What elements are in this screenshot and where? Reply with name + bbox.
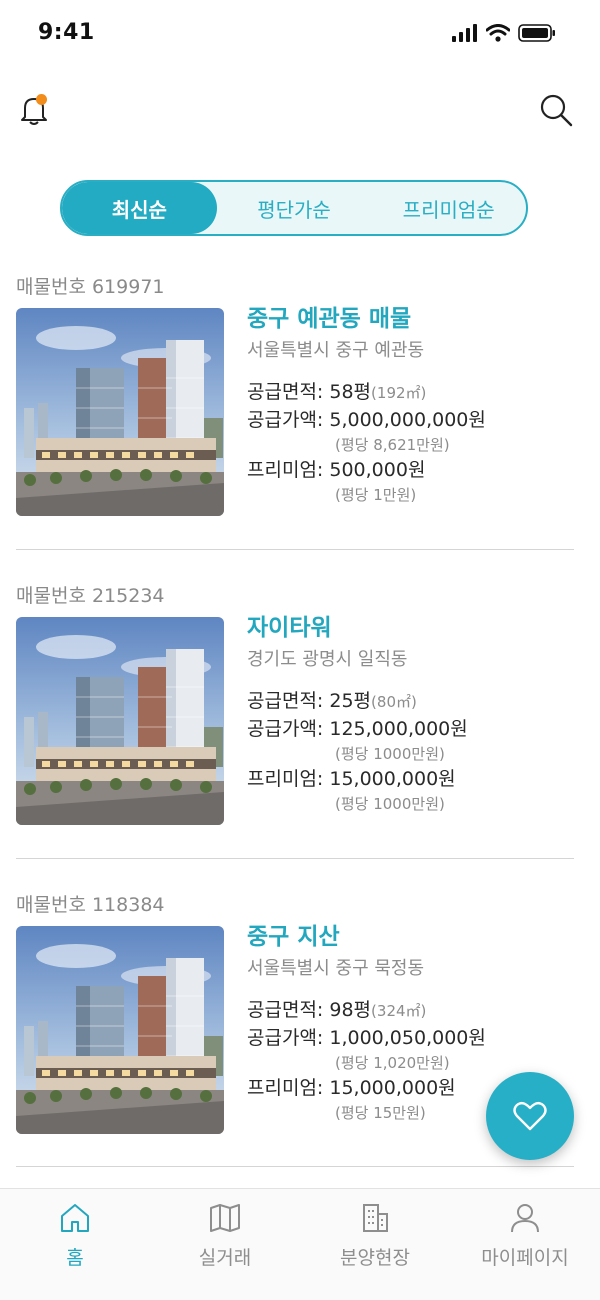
heart-icon xyxy=(513,1101,547,1131)
listing-number: 매물번호 118384 xyxy=(16,894,165,916)
map-icon xyxy=(210,1204,240,1232)
sort-tab-latest[interactable]: 최신순 xyxy=(62,182,217,234)
supply-price-per-pyeong: (평당 8,621만원) xyxy=(335,436,450,454)
premium-value: 15,000,000원 xyxy=(329,1077,456,1099)
tab-home[interactable]: 홈 xyxy=(0,1189,150,1300)
listing-address: 경기도 광명시 일직동 xyxy=(247,649,408,670)
wifi-icon xyxy=(486,24,510,42)
favorites-button[interactable] xyxy=(486,1072,574,1160)
supply-price-label: 공급가액: xyxy=(247,409,330,431)
supply-price-value: 5,000,000,000원 xyxy=(329,409,486,431)
supply-area-label: 공급면적: xyxy=(247,690,330,712)
listing-info: 자이타워 경기도 광명시 일직동 공급면적: 25평(80㎡) 공급가액: 12… xyxy=(247,611,587,815)
supply-price-row: 공급가액: 125,000,000원 xyxy=(247,715,587,743)
premium-per-pyeong: (평당 1만원) xyxy=(335,486,417,504)
tab-home-label: 홈 xyxy=(66,1247,84,1269)
listing-item[interactable]: 매물번호 619971 중구 예관동 매물 서울특별시 중구 예관동 공급면적:… xyxy=(0,272,600,580)
listing-photo[interactable] xyxy=(16,926,224,1134)
supply-price-row: 공급가액: 5,000,000,000원 xyxy=(247,406,587,434)
battery-icon xyxy=(518,24,555,42)
building-icon xyxy=(363,1204,388,1232)
building-photo-illustration xyxy=(16,617,224,825)
signal-icon xyxy=(452,24,477,42)
search-icon[interactable] xyxy=(538,92,574,128)
supply-area-label: 공급면적: xyxy=(247,999,330,1021)
supply-area-label: 공급면적: xyxy=(247,381,330,403)
tab-presale-sites-label: 분양현장 xyxy=(340,1247,410,1269)
listing-photo[interactable] xyxy=(16,617,224,825)
notification-dot xyxy=(36,94,47,105)
premium-row: 프리미엄: 500,000원 xyxy=(247,456,587,484)
tab-my-page-label: 마이페이지 xyxy=(481,1247,569,1269)
premium-label: 프리미엄: xyxy=(247,459,330,481)
premium-label: 프리미엄: xyxy=(247,1077,330,1099)
listing-address: 서울특별시 중구 묵정동 xyxy=(247,958,425,979)
home-icon xyxy=(61,1204,89,1232)
listing-photo[interactable] xyxy=(16,308,224,516)
listing-title[interactable]: 중구 지산 xyxy=(247,920,587,954)
sort-tabs: 최신순 평단가순 프리미엄순 xyxy=(60,180,528,236)
tab-real-transactions-label: 실거래 xyxy=(198,1247,252,1269)
premium-row: 프리미엄: 15,000,000원 xyxy=(247,765,587,793)
supply-price-label: 공급가액: xyxy=(247,1027,330,1049)
supply-area-value: 58평 xyxy=(329,381,372,403)
tab-real-transactions[interactable]: 실거래 xyxy=(150,1189,300,1300)
premium-label: 프리미엄: xyxy=(247,768,330,790)
premium-value: 15,000,000원 xyxy=(329,768,456,790)
supply-area-value: 25평 xyxy=(329,690,372,712)
premium-value: 500,000원 xyxy=(329,459,426,481)
supply-price-value: 1,000,050,000원 xyxy=(329,1027,486,1049)
divider xyxy=(16,858,574,859)
divider xyxy=(16,1166,574,1167)
supply-area-row: 공급면적: 58평(192㎡) xyxy=(247,378,587,406)
building-photo-illustration xyxy=(16,926,224,1134)
tab-presale-sites[interactable]: 분양현장 xyxy=(300,1189,450,1300)
sort-tab-unit-price[interactable]: 평단가순 xyxy=(217,182,372,234)
listing-address: 서울특별시 중구 예관동 xyxy=(247,340,425,361)
supply-price-label: 공급가액: xyxy=(247,718,330,740)
status-icons xyxy=(452,24,556,42)
supply-area-sqm: (192㎡) xyxy=(371,384,427,402)
supply-area-value: 98평 xyxy=(329,999,372,1021)
listing-number: 매물번호 215234 xyxy=(16,585,165,607)
supply-price-per-pyeong: (평당 1,020만원) xyxy=(335,1054,450,1072)
divider xyxy=(16,549,574,550)
supply-area-sqm: (80㎡) xyxy=(371,693,417,711)
sort-tab-premium[interactable]: 프리미엄순 xyxy=(371,182,526,234)
status-time: 9:41 xyxy=(38,20,95,45)
supply-area-row: 공급면적: 98평(324㎡) xyxy=(247,996,587,1024)
supply-price-per-pyeong: (평당 1000만원) xyxy=(335,745,445,763)
bottom-tab-bar: 홈 실거래 분양현장 마이페이지 xyxy=(0,1188,600,1300)
supply-area-sqm: (324㎡) xyxy=(371,1002,427,1020)
listing-number: 매물번호 619971 xyxy=(16,276,165,298)
supply-area-row: 공급면적: 25평(80㎡) xyxy=(247,687,587,715)
building-photo-illustration xyxy=(16,308,224,516)
supply-price-value: 125,000,000원 xyxy=(329,718,468,740)
listing-title[interactable]: 중구 예관동 매물 xyxy=(247,302,587,336)
listing-title[interactable]: 자이타워 xyxy=(247,611,587,645)
supply-price-row: 공급가액: 1,000,050,000원 xyxy=(247,1024,587,1052)
premium-per-pyeong: (평당 1000만원) xyxy=(335,795,445,813)
status-bar: 9:41 xyxy=(0,0,600,70)
person-icon xyxy=(511,1204,539,1233)
top-bar xyxy=(0,80,600,140)
listing-info: 중구 예관동 매물 서울특별시 중구 예관동 공급면적: 58평(192㎡) 공… xyxy=(247,302,587,506)
listing-item[interactable]: 매물번호 215234 자이타워 경기도 광명시 일직동 공급면적: 25평(8… xyxy=(0,581,600,889)
tab-my-page[interactable]: 마이페이지 xyxy=(450,1189,600,1300)
